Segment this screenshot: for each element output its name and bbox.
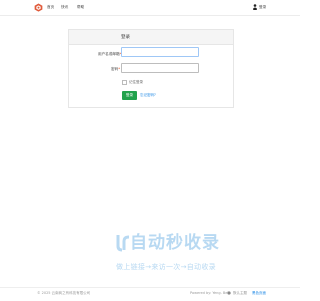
login-button[interactable]: 登录 — [122, 91, 137, 100]
forgot-password-link[interactable]: 忘记密码? — [140, 93, 156, 98]
theme-icon — [227, 291, 231, 295]
remember-label: 记住登录 — [129, 80, 143, 84]
watermark-banner: 自动秒收录 做上链接→来访一次→自动收录 — [114, 231, 286, 279]
logo-icon[interactable] — [34, 3, 43, 12]
username-label-text: 用户名或邮箱 — [98, 52, 120, 56]
remember-checkbox[interactable] — [122, 80, 127, 85]
top-navbar: 首页 快讯 帮助 登录 — [0, 0, 300, 16]
watermark-subtitle: 做上链接→来访一次→自动收录 — [116, 263, 216, 271]
login-card-header: 登录 — [69, 30, 233, 45]
required-mark: * — [118, 67, 120, 71]
user-login-link[interactable]: 登录 — [253, 4, 266, 10]
footer-link[interactable]: 黑色页面 — [252, 291, 266, 296]
footer-powered: Powered by: Yeng. Beta — [190, 291, 231, 295]
username-label: 用户名或邮箱* — [98, 52, 121, 56]
nav-item-help[interactable]: 帮助 — [77, 5, 84, 9]
footer-copyright: © 2025 云南商之有科技有限公司 — [37, 291, 91, 295]
password-input[interactable] — [121, 63, 199, 73]
nav-item-home[interactable]: 首页 — [47, 5, 54, 9]
watermark-title: 自动秒收录 — [130, 233, 220, 253]
user-icon — [253, 4, 257, 10]
user-login-label: 登录 — [259, 4, 267, 9]
nav-item-flash[interactable]: 快讯 — [61, 5, 68, 9]
username-input[interactable] — [121, 47, 199, 57]
remember-me[interactable]: 记住登录 — [122, 80, 143, 85]
footer-theme[interactable]: 默认主题 — [233, 291, 247, 296]
login-title: 登录 — [121, 35, 130, 40]
password-label: 密码* — [111, 67, 120, 71]
login-card: 登录 用户名或邮箱* 密码* 记住登录 登录 忘记密码? — [68, 29, 234, 108]
footer: © 2025 云南商之有科技有限公司 Powered by: Yeng. Bet… — [0, 287, 300, 301]
